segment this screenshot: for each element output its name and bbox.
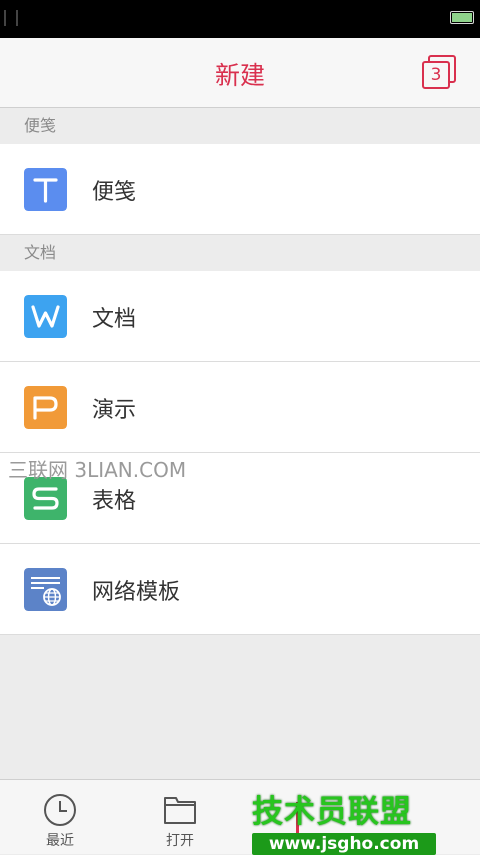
watermark-sanlian: 三联网 3LIAN.COM: [8, 458, 187, 482]
spreadsheet-s-icon: [24, 477, 67, 520]
web-template-icon: [24, 568, 67, 611]
tabs-count: 3: [422, 61, 450, 89]
list-item-web-template[interactable]: 网络模板: [0, 544, 480, 635]
item-label: 网络模板: [92, 580, 181, 605]
nav-label: 最近: [46, 833, 74, 849]
item-label: 表格: [92, 489, 137, 514]
list-item-writer[interactable]: 文档: [0, 271, 480, 362]
watermark-brand: 技术员联盟: [252, 794, 412, 830]
item-label: 演示: [92, 398, 137, 423]
tabs-button[interactable]: 3: [422, 55, 458, 91]
note-t-icon: [24, 168, 67, 211]
section-header-notes: 便笺: [0, 108, 480, 144]
folder-icon: [164, 797, 196, 824]
item-label: 便笺: [92, 180, 137, 205]
nav-recent[interactable]: 最近: [0, 780, 120, 855]
watermark-jsgho: 技术员联盟 www.jsgho.com: [252, 786, 436, 855]
signal-icon: [4, 10, 18, 26]
clock-icon: [44, 794, 76, 826]
header: 新建 3: [0, 38, 480, 108]
nav-label: 打开: [166, 833, 194, 849]
page-title: 新建: [214, 61, 265, 90]
status-bar: [0, 0, 480, 38]
section-header-documents: 文档: [0, 235, 480, 271]
list-item-presentation[interactable]: 演示: [0, 362, 480, 453]
writer-w-icon: [24, 295, 67, 338]
nav-open[interactable]: 打开: [120, 780, 240, 855]
watermark-url: www.jsgho.com: [252, 833, 436, 855]
battery-icon: [450, 11, 474, 24]
item-label: 文档: [92, 307, 137, 332]
list-item-note[interactable]: 便笺: [0, 144, 480, 235]
presentation-p-icon: [24, 386, 67, 429]
